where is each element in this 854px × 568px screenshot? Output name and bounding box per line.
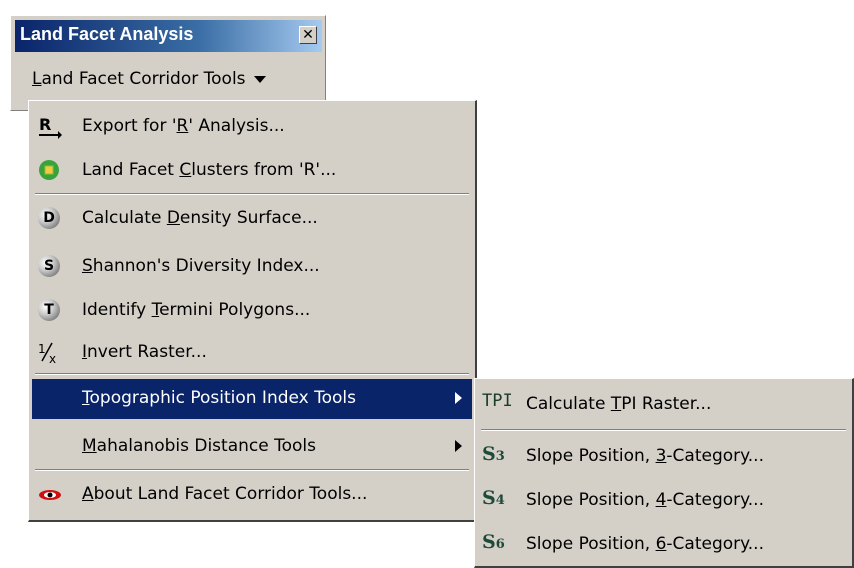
- slope-3-icon-sub: 3: [495, 449, 505, 464]
- land-facet-corridor-tools-menu[interactable]: Land Facet Corridor Tools: [32, 69, 266, 89]
- submenu-item-slope-6[interactable]: S6 Slope Position, 6-Category...: [478, 525, 849, 563]
- density-icon: D: [38, 207, 60, 229]
- label-pre: Slope Position,: [526, 534, 656, 554]
- label-pre: Slope Position,: [526, 490, 656, 510]
- svg-text:1: 1: [38, 342, 46, 356]
- menu-separator: [35, 373, 469, 375]
- label-post: ermini Polygons...: [159, 300, 311, 320]
- label-pre: Slope Position,: [526, 446, 656, 466]
- invert-icon: 1x: [38, 341, 60, 366]
- label-accel: M: [82, 436, 97, 456]
- svg-text:R: R: [39, 115, 51, 134]
- label-post: hannon's Diversity Index...: [92, 256, 320, 276]
- label-post: PI Raster...: [621, 394, 712, 414]
- label-post: ensity Surface...: [179, 208, 318, 228]
- menu-item-tpi-tools[interactable]: Topographic Position Index Tools: [32, 379, 472, 419]
- label-accel: T: [82, 388, 90, 408]
- slope-3-icon-s: S: [482, 443, 496, 465]
- clusters-icon: [38, 159, 60, 181]
- submenu-item-calculate-tpi[interactable]: TPI Calculate TPI Raster...: [478, 385, 849, 423]
- menu-item-invert[interactable]: 1x Invert Raster...: [32, 333, 472, 371]
- label-accel: D: [166, 208, 180, 228]
- slope-6-icon-s: S: [482, 531, 496, 553]
- slope-4-icon-s: S: [482, 487, 496, 509]
- label-pre: Identify: [82, 300, 152, 320]
- menu-item-export-r[interactable]: R Export for 'R' Analysis...: [32, 107, 472, 145]
- label-pre: Export for ': [82, 116, 177, 136]
- menu-separator: [481, 429, 846, 431]
- menu-item-shannon[interactable]: S Shannon's Diversity Index...: [32, 247, 472, 285]
- label-post: bout Land Facet Corridor Tools...: [93, 484, 368, 504]
- label-accel: A: [82, 484, 94, 504]
- label-accel: 6: [655, 534, 667, 554]
- slope-6-icon-sub: 6: [495, 537, 505, 552]
- tpi-tools-submenu: TPI Calculate TPI Raster... S3 Slope Pos…: [474, 378, 854, 568]
- label-accel: S: [82, 256, 93, 276]
- label-post: -Category...: [666, 490, 764, 510]
- label-post: lusters from 'R'...: [191, 160, 337, 180]
- menu-item-clusters[interactable]: Land Facet Clusters from 'R'...: [32, 151, 472, 189]
- label-post: ' Analysis...: [188, 116, 285, 136]
- close-icon: ✕: [302, 27, 314, 43]
- menu-item-termini[interactable]: T Identify Termini Polygons...: [32, 291, 472, 329]
- label-post: ahalanobis Distance Tools: [96, 436, 316, 456]
- toolbar-title: Land Facet Analysis: [20, 24, 194, 44]
- about-eye-icon: [38, 483, 61, 505]
- label-post: opographic Position Index Tools: [89, 388, 357, 408]
- close-button[interactable]: ✕: [299, 26, 317, 44]
- label-pre: Calculate: [526, 394, 611, 414]
- menu-separator: [35, 193, 469, 195]
- slope-4-icon-sub: 4: [495, 493, 505, 508]
- label-accel: 4: [655, 490, 667, 510]
- label-accel: C: [179, 160, 192, 180]
- label-accel: T: [151, 300, 160, 320]
- slope-3-icon: S3: [482, 443, 505, 465]
- menu-label-post: and Facet Corridor Tools: [41, 69, 246, 89]
- menu-item-mahalanobis[interactable]: Mahalanobis Distance Tools: [32, 427, 472, 465]
- label-accel: T: [610, 394, 622, 414]
- termini-icon: T: [38, 299, 60, 321]
- label-accel: 3: [655, 446, 667, 466]
- label-pre: Land Facet: [82, 160, 180, 180]
- label-accel: R: [176, 116, 189, 136]
- label-post: -Category...: [666, 446, 764, 466]
- land-facet-toolbar: Land Facet Analysis ✕ Land Facet Corrido…: [10, 15, 326, 111]
- menu-item-about[interactable]: About Land Facet Corridor Tools...: [32, 475, 472, 513]
- chevron-down-icon: [253, 75, 266, 83]
- label-pre: Calculate: [82, 208, 167, 228]
- menu-item-density[interactable]: D Calculate Density Surface...: [32, 199, 472, 237]
- submenu-item-slope-3[interactable]: S3 Slope Position, 3-Category...: [478, 437, 849, 475]
- svg-text:x: x: [49, 352, 56, 365]
- chevron-right-icon: [455, 440, 462, 452]
- corridor-tools-dropdown: R Export for 'R' Analysis... Land Facet …: [28, 100, 477, 522]
- toolbar-titlebar[interactable]: Land Facet Analysis ✕: [15, 20, 322, 52]
- tpi-icon: TPI: [482, 391, 513, 411]
- menu-separator: [35, 469, 469, 471]
- slope-4-icon: S4: [482, 487, 505, 509]
- label-post: -Category...: [666, 534, 764, 554]
- shannon-icon: S: [38, 255, 60, 277]
- export-r-icon: R: [38, 115, 62, 139]
- chevron-right-icon: [455, 392, 462, 404]
- label-post: nvert Raster...: [87, 342, 207, 362]
- slope-6-icon: S6: [482, 531, 505, 553]
- submenu-item-slope-4[interactable]: S4 Slope Position, 4-Category...: [478, 481, 849, 519]
